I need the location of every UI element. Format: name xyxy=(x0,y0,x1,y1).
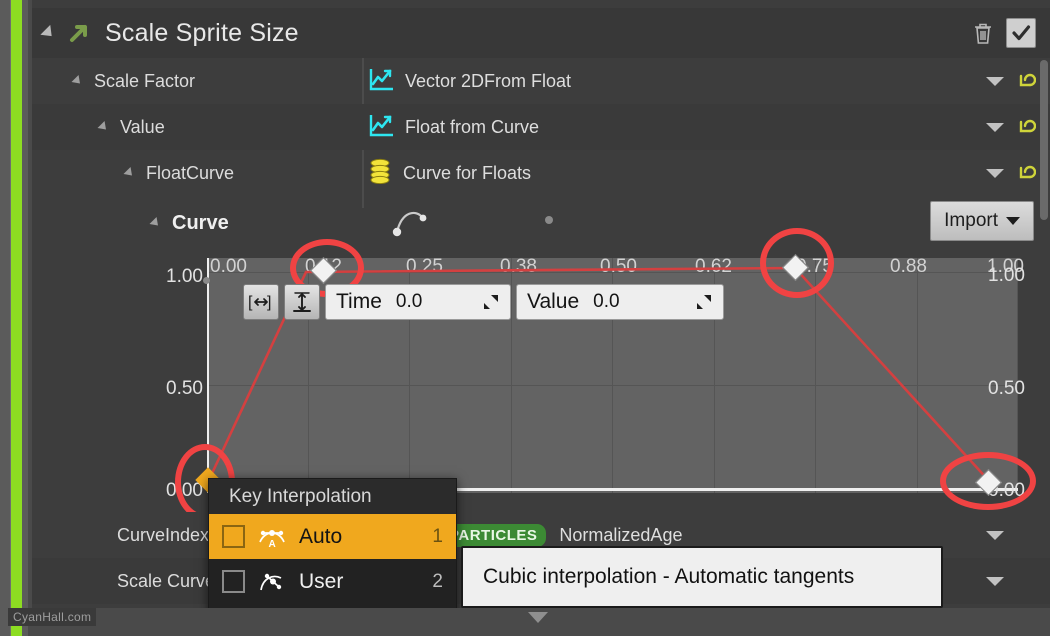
time-label: Time xyxy=(336,290,382,313)
database-stack-icon xyxy=(368,158,392,189)
menu-item-label: User xyxy=(299,569,344,593)
value-input[interactable]: 0.0 xyxy=(593,291,619,313)
svg-text:A: A xyxy=(269,539,276,549)
import-button-label: Import xyxy=(944,210,998,231)
property-value: Curve for Floats xyxy=(403,162,532,183)
expand-arrow-icon[interactable] xyxy=(123,166,136,180)
gridline-v xyxy=(917,258,918,493)
fit-horizontal-icon[interactable]: [ ] xyxy=(243,284,279,320)
property-value: Float from Curve xyxy=(405,116,540,137)
value-field[interactable]: Value 0.0 xyxy=(516,284,724,320)
tooltip: Cubic interpolation - Automatic tangents xyxy=(461,546,943,608)
property-value: NormalizedAge xyxy=(559,524,683,545)
resize-grip-icon[interactable] xyxy=(695,293,713,311)
curve-tangent-icon[interactable] xyxy=(390,204,430,240)
x-tick-label: 0.88 xyxy=(890,256,927,277)
x-tick-label: 0.38 xyxy=(500,256,537,277)
menu-checkbox[interactable] xyxy=(222,570,245,593)
trash-icon[interactable] xyxy=(972,21,994,45)
property-label: Scale Factor xyxy=(94,70,196,91)
x-tick-label: 0.00 xyxy=(210,256,247,277)
y-tick-label-left: 0.50 xyxy=(166,378,203,399)
y-tick-label-left: 1.00 xyxy=(166,266,203,287)
chevron-down-icon[interactable] xyxy=(986,76,1004,86)
property-row-floatcurve[interactable]: FloatCurve Curve for Floats xyxy=(32,150,1050,196)
property-label: Scale Curve xyxy=(117,570,216,591)
y-tick-label-right: 0.50 xyxy=(988,378,1025,399)
chevron-down-icon[interactable] xyxy=(986,530,1004,540)
reset-arrow-icon[interactable] xyxy=(1018,118,1037,136)
tangent-handle-dot[interactable] xyxy=(203,277,210,284)
chevron-down-icon[interactable] xyxy=(1006,217,1020,225)
property-label: Curve xyxy=(172,211,229,234)
y-tick-label-right: 1.00 xyxy=(988,265,1025,286)
x-tick-label: 0.62 xyxy=(695,256,732,277)
x-tick-label: 0.50 xyxy=(600,256,637,277)
expand-arrow-icon[interactable] xyxy=(97,120,110,134)
resize-grip-icon[interactable] xyxy=(482,293,500,311)
curve-toolbar: Import xyxy=(364,196,1050,250)
reset-arrow-icon[interactable] xyxy=(1018,164,1037,182)
tangent-user-icon xyxy=(256,569,288,595)
property-value: Vector 2DFrom Float xyxy=(405,70,572,91)
chevron-down-icon[interactable] xyxy=(986,576,1004,586)
fit-vertical-icon[interactable] xyxy=(284,284,320,320)
time-input[interactable]: 0.0 xyxy=(396,291,422,313)
value-label: Value xyxy=(527,290,580,313)
property-row-scale-factor[interactable]: Scale Factor Vector 2DFrom Float xyxy=(32,58,1050,104)
expand-arrow-icon[interactable] xyxy=(71,74,84,88)
property-label: FloatCurve xyxy=(146,162,235,183)
tooltip-text: Cubic interpolation - Automatic tangents xyxy=(483,565,855,588)
module-enabled-checkbox[interactable] xyxy=(1006,18,1036,48)
annotation-ellipse xyxy=(940,452,1036,510)
property-row-value[interactable]: Value Float from Curve xyxy=(32,104,1050,150)
curve-graph-icon xyxy=(368,66,394,97)
menu-item-shortcut: 2 xyxy=(432,570,443,592)
menu-item-label: Auto xyxy=(299,524,343,548)
vertical-scrollbar[interactable] xyxy=(1040,60,1048,220)
expand-arrow-icon[interactable] xyxy=(149,216,162,230)
chevron-down-icon[interactable] xyxy=(986,122,1004,132)
menu-item-shortcut: 1 xyxy=(432,525,443,547)
annotation-ellipse xyxy=(760,228,834,298)
scroll-down-icon[interactable] xyxy=(528,612,548,623)
tangent-auto-icon: A xyxy=(256,524,288,550)
time-field[interactable]: Time 0.0 xyxy=(325,284,511,320)
expand-collapse-arrow-icon[interactable] xyxy=(40,24,57,42)
import-button[interactable]: Import xyxy=(930,201,1034,241)
watermark: CyanHall.com xyxy=(8,608,97,626)
reset-arrow-icon[interactable] xyxy=(1018,72,1037,90)
menu-header: Key Interpolation xyxy=(209,479,456,514)
menu-item-auto[interactable]: A Auto 1 xyxy=(209,514,456,559)
module-titlebar[interactable]: Scale Sprite Size xyxy=(32,8,1050,58)
property-label: CurveIndex xyxy=(117,524,210,545)
tangent-handle-dot[interactable] xyxy=(545,216,553,224)
menu-item-user[interactable]: User 2 xyxy=(209,559,456,604)
svg-text:[: [ xyxy=(248,294,253,311)
key-editor-bar: [ ] Time 0.0 Value 0.0 xyxy=(243,284,724,320)
x-tick-label: 0.25 xyxy=(406,256,443,277)
menu-checkbox[interactable] xyxy=(222,525,245,548)
module-enabled-arrow-icon xyxy=(67,21,91,45)
page-title: Scale Sprite Size xyxy=(105,18,299,47)
module-enabled-indicator[interactable] xyxy=(11,0,22,636)
gridline-h xyxy=(207,385,1018,386)
property-label: Value xyxy=(120,116,165,137)
chevron-down-icon[interactable] xyxy=(986,168,1004,178)
curve-graph-icon xyxy=(368,112,394,143)
